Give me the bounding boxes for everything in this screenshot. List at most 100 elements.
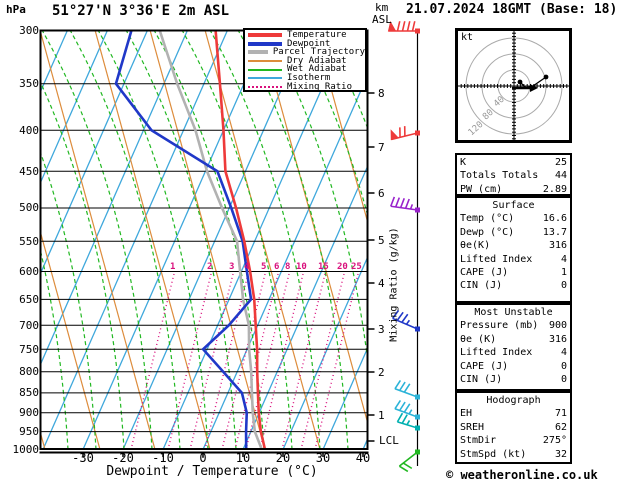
table-row: Pressure (mb) 900 xyxy=(460,319,567,332)
pressure-tick-label: 950 xyxy=(19,425,39,439)
copyright-label: © weatheronline.co.uk xyxy=(446,468,598,482)
station-title: 51°27'N 3°36'E 2m ASL xyxy=(52,3,230,19)
pressure-tick-label: 550 xyxy=(19,234,39,248)
stability-indices-table: K 25 Totals Totals 44 PW (cm) 2.89 xyxy=(455,153,572,196)
table-row: CAPE (J) 1 xyxy=(460,266,567,279)
legend-swatch xyxy=(248,77,282,80)
x-axis-title: Dewpoint / Temperature (°C) xyxy=(106,464,318,479)
mixing-ratio-value: 15 xyxy=(318,262,329,272)
mixing-ratio-value: 1 xyxy=(170,262,176,272)
wind-barb xyxy=(394,399,420,420)
mixing-ratio-value: 8 xyxy=(285,262,291,272)
table-row: PW (cm) 2.89 xyxy=(460,183,567,196)
pressure-tick-label: 450 xyxy=(19,164,39,178)
hodograph-panel: kt 40 80 120 xyxy=(455,28,572,143)
row-value: 44 xyxy=(554,170,567,182)
surface-table-title: Surface xyxy=(492,200,535,211)
legend-swatch xyxy=(248,33,282,38)
hodograph-unit-label: kt xyxy=(461,32,474,43)
temperature-tick-label: 20 xyxy=(275,451,291,465)
legend-swatch xyxy=(248,85,282,88)
row-value: 71 xyxy=(554,408,567,420)
legend-swatch xyxy=(248,60,282,63)
row-label: CAPE (J) xyxy=(460,267,509,279)
row-label: PW (cm) xyxy=(460,183,503,195)
mixing-ratio-value: 6 xyxy=(274,262,280,272)
pressure-tick-label: 750 xyxy=(19,342,39,356)
wind-barb xyxy=(394,379,420,400)
row-label: Totals Totals xyxy=(460,170,539,182)
km-tick-label: 3 xyxy=(378,322,385,336)
pressure-tick-label: 700 xyxy=(19,318,39,332)
row-label: Lifted Index xyxy=(460,253,533,265)
pressure-tick-label: 900 xyxy=(19,406,39,420)
most_unstable-table-title: Most Unstable xyxy=(474,307,553,318)
row-value: 4 xyxy=(560,253,567,265)
altitude-unit-asl: ASL xyxy=(372,13,392,26)
skewt-sounding-page: hPa 51°27'N 3°36'E 2m ASL 21.07.2024 18G… xyxy=(0,0,629,486)
mixing-ratio-axis-title: Mixing Ratio (g/kg) xyxy=(388,227,400,342)
wind-barb xyxy=(390,196,420,213)
table-row: CIN (J) 0 xyxy=(460,373,567,386)
row-value: 0 xyxy=(560,374,567,386)
table-row: Temp (°C) 16.6 xyxy=(460,212,567,225)
row-label: θe(K) xyxy=(460,240,491,252)
row-label: EH xyxy=(460,408,473,420)
km-tick-label: 2 xyxy=(378,365,385,379)
table-row: θe (K) 316 xyxy=(460,333,567,346)
temperature-tick-label: -10 xyxy=(152,451,174,465)
row-value: 62 xyxy=(554,421,567,433)
legend-swatch xyxy=(248,41,282,46)
row-value: 0 xyxy=(560,280,567,292)
km-tick-label: 5 xyxy=(378,233,385,247)
mixing-ratio-value: 5 xyxy=(261,262,267,272)
table-row: Lifted Index 4 xyxy=(460,253,567,266)
row-value: 0 xyxy=(560,360,567,372)
pressure-unit-label: hPa xyxy=(6,3,26,16)
table-row: Lifted Index 4 xyxy=(460,346,567,359)
row-label: Lifted Index xyxy=(460,347,533,359)
pressure-tick-label: 500 xyxy=(19,201,39,215)
temperature-tick-label: 10 xyxy=(235,451,251,465)
table-row: Totals Totals 44 xyxy=(460,169,567,182)
pressure-tick-label: 350 xyxy=(19,77,39,91)
km-tick-label: 4 xyxy=(378,276,385,290)
table-row: StmDir 275° xyxy=(460,434,567,447)
pressure-tick-label: 650 xyxy=(19,292,39,306)
row-value: 13.7 xyxy=(542,226,567,238)
legend-swatch xyxy=(248,68,282,71)
hodograph-stats-table: Hodograph EH 71 SREH 62 StmDir 275° StmSpd (kt)… xyxy=(455,391,572,464)
row-value: 900 xyxy=(548,320,567,332)
row-label: K xyxy=(460,157,467,168)
row-label: StmDir xyxy=(460,435,497,447)
most-unstable-table: Most Unstable Pressure (mb) 900 θe (K) 316 Li… xyxy=(455,303,572,391)
table-row: K 25 xyxy=(460,156,567,169)
row-label: CIN (J) xyxy=(460,280,503,292)
surface-table: Surface Temp (°C) 16.6 Dewp (°C) 13.7 θe(K) 31… xyxy=(455,196,572,303)
row-value: 2.89 xyxy=(542,183,567,195)
table-row: StmSpd (kt) 32 xyxy=(460,448,567,461)
hodograph_stats-table-title: Hodograph xyxy=(486,395,541,406)
km-tick-label: 6 xyxy=(378,186,385,200)
mixing-ratio-value: 2 xyxy=(207,262,213,272)
table-row: CIN (J) 0 xyxy=(460,279,567,292)
table-row: EH 71 xyxy=(460,407,567,420)
row-value: 1 xyxy=(560,267,567,279)
table-row: Dewp (°C) 13.7 xyxy=(460,226,567,239)
temperature-tick-label: -30 xyxy=(72,451,94,465)
pressure-tick-label: 850 xyxy=(19,386,39,400)
pressure-tick-label: 400 xyxy=(19,123,39,137)
mixing-ratio-value: 20 xyxy=(337,262,348,272)
wind-barb xyxy=(387,20,420,34)
datetime-label: 21.07.2024 18GMT (Base: 18) xyxy=(406,2,618,17)
table-row: SREH 62 xyxy=(460,421,567,434)
legend-swatch xyxy=(248,50,268,55)
row-label: StmSpd (kt) xyxy=(460,448,527,460)
row-value: 4 xyxy=(560,347,567,359)
row-value: 316 xyxy=(548,333,567,345)
km-tick-label: 7 xyxy=(378,140,385,154)
pressure-tick-label: 300 xyxy=(19,23,39,37)
row-label: Dewp (°C) xyxy=(460,226,515,238)
lcl-label: LCL xyxy=(379,434,399,447)
row-label: CIN (J) xyxy=(460,374,503,386)
